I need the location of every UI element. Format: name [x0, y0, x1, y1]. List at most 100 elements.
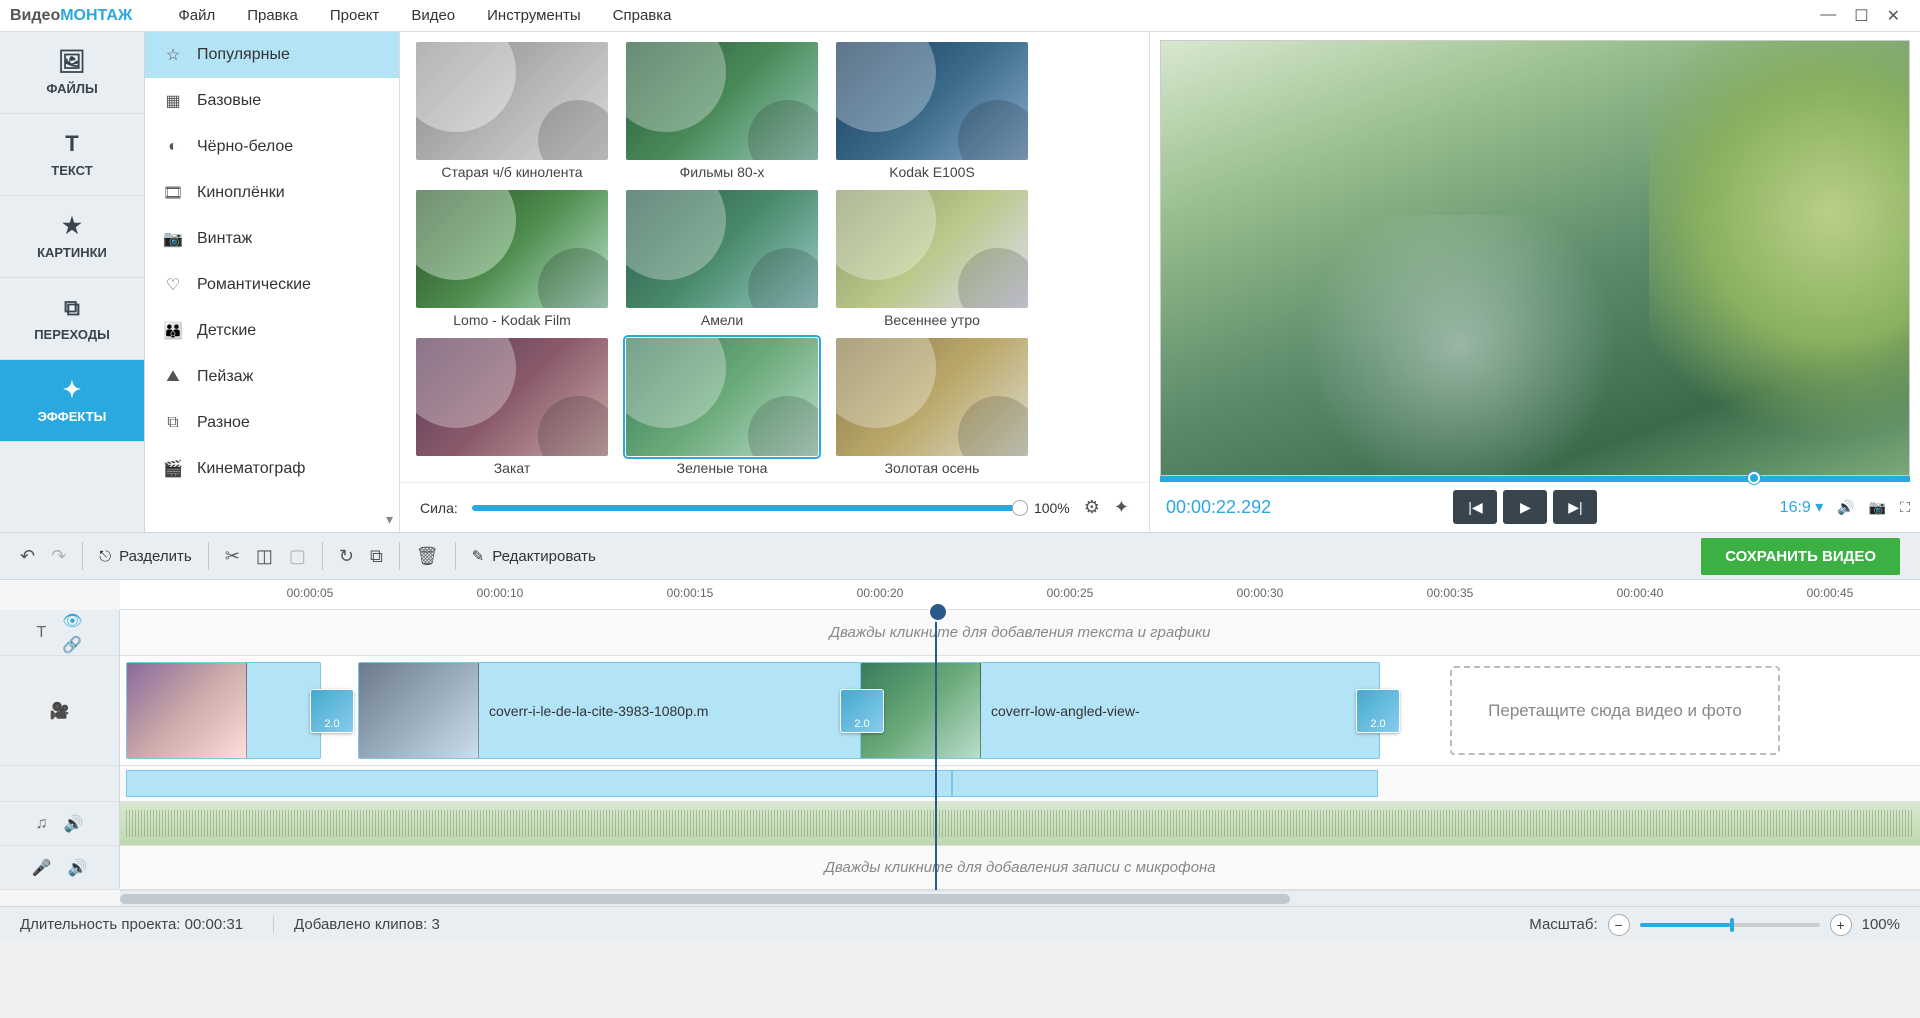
minimize-icon[interactable]: — [1820, 6, 1836, 26]
effect-item[interactable]: Kodak E100S [836, 42, 1028, 180]
duration-label: Длительность проекта: [20, 916, 180, 933]
zoom-in-button[interactable]: + [1830, 914, 1852, 936]
magic-wand-icon[interactable]: ✦ [1114, 497, 1129, 518]
split-button[interactable]: ⎋ Разделить [99, 548, 192, 565]
edit-button[interactable]: ✎ Редактировать [472, 547, 596, 565]
transition-marker[interactable]: 2.0 [310, 689, 354, 733]
preview-seekbar[interactable] [1160, 476, 1910, 482]
menu-правка[interactable]: Правка [231, 7, 314, 24]
effect-item[interactable]: Зеленые тона [626, 338, 818, 476]
video-track-icon[interactable]: 🎥 [50, 701, 70, 721]
snapshot-icon[interactable]: 📷 [1869, 499, 1886, 516]
music-track-icon[interactable]: ♫ [36, 815, 48, 833]
sidebar-tab-файлы[interactable]: 🖼ФАЙЛЫ [0, 32, 144, 114]
cut-icon[interactable]: ✂ [225, 546, 240, 567]
category-item[interactable]: ▦Базовые [145, 78, 399, 124]
category-item[interactable]: 🎬Кинематограф [145, 446, 399, 492]
category-item[interactable]: ⛰Пейзаж [145, 354, 399, 400]
playhead[interactable] [935, 610, 937, 890]
category-item[interactable]: 🎞Киноплёнки [145, 170, 399, 216]
fx-track-body[interactable] [120, 766, 1920, 801]
strength-value: 100% [1034, 500, 1070, 516]
timeline-tracks: T 👁 🔗 Дважды кликните для добавления тек… [0, 610, 1920, 890]
music-volume-icon[interactable]: 🔊 [64, 814, 84, 834]
delete-icon[interactable]: 🗑 [416, 546, 439, 567]
category-item[interactable]: ◐Чёрно-белое [145, 124, 399, 170]
transition-marker[interactable]: 2.0 [1356, 689, 1400, 733]
edit-icon: ✎ [472, 547, 485, 565]
category-label: Разное [197, 414, 250, 432]
effect-thumb [416, 42, 608, 160]
aspect-ratio-selector[interactable]: 16:9 ▾ [1780, 497, 1824, 517]
next-frame-button[interactable]: ▶| [1553, 490, 1597, 524]
tab-icon: ⧉ [64, 295, 80, 321]
effect-label: Kodak E100S [836, 164, 1028, 180]
transition-marker[interactable]: 2.0 [840, 689, 884, 733]
category-item[interactable]: ⧉ Разное [145, 400, 399, 446]
timeline-ruler[interactable]: 00:00:0500:00:1000:00:1500:00:2000:00:25… [120, 580, 1920, 610]
prev-frame-button[interactable]: |◀ [1453, 490, 1497, 524]
menu-файл[interactable]: Файл [162, 7, 231, 24]
strength-slider[interactable] [472, 505, 1020, 511]
video-clip[interactable]: coverr-i-le-de-la-cite-3983-1080p.m [358, 662, 913, 759]
category-item[interactable]: 📷Винтаж [145, 216, 399, 262]
crop-icon[interactable]: ◫ [256, 546, 273, 567]
effect-item[interactable]: Амели [626, 190, 818, 328]
audio-track-body[interactable] [120, 802, 1920, 845]
video-clip[interactable]: coverr-low-angled-view- [860, 662, 1380, 759]
effect-item[interactable]: Весеннее утро [836, 190, 1028, 328]
ruler-mark: 00:00:30 [1237, 586, 1284, 600]
rotate-icon[interactable]: ↻ [339, 546, 354, 567]
sidebar-tab-текст[interactable]: TТЕКСТ [0, 114, 144, 196]
category-item[interactable]: ☆Популярные [145, 32, 399, 78]
effect-label: Весеннее утро [836, 312, 1028, 328]
text-track-body[interactable]: Дважды кликните для добавления текста и … [120, 610, 1920, 655]
zoom-slider[interactable] [1640, 923, 1820, 927]
close-icon[interactable]: ✕ [1887, 6, 1900, 26]
menu-проект[interactable]: Проект [314, 7, 395, 24]
menu-инструменты[interactable]: Инструменты [471, 7, 597, 24]
play-button[interactable]: ▶ [1503, 490, 1547, 524]
visibility-icon[interactable]: 👁 [62, 611, 82, 631]
redo-icon[interactable]: ↷ [51, 546, 66, 567]
sidebar-tab-переходы[interactable]: ⧉ПЕРЕХОДЫ [0, 278, 144, 360]
duplicate-icon[interactable]: ⧉ [370, 546, 383, 567]
category-icon: ⧉ [163, 414, 183, 432]
link-icon[interactable]: 🔗 [62, 635, 82, 655]
timeline-toolbar: ↶ ↷ ⎋ Разделить ✂ ◫ ▢ ↻ ⧉ 🗑 ✎ Редактиров… [0, 532, 1920, 580]
maximize-icon[interactable]: ☐ [1854, 6, 1868, 26]
text-track-icon[interactable]: T [36, 624, 46, 642]
effect-item[interactable]: Фильмы 80-х [626, 42, 818, 180]
fx-strip[interactable] [952, 770, 1378, 797]
sidebar-tab-картинки[interactable]: ★КАРТИНКИ [0, 196, 144, 278]
category-item[interactable]: ♡Романтические [145, 262, 399, 308]
fullscreen-icon[interactable]: ⛶ [1900, 499, 1910, 516]
volume-icon[interactable]: 🔊 [1837, 499, 1854, 516]
undo-icon[interactable]: ↶ [20, 546, 35, 567]
category-label: Романтические [197, 276, 311, 294]
preview-video[interactable] [1160, 40, 1910, 476]
zoom-out-button[interactable]: − [1608, 914, 1630, 936]
video-clip[interactable] [126, 662, 321, 759]
category-item[interactable]: 👪Детские [145, 308, 399, 354]
sidebar-tab-эффекты[interactable]: ✦ЭФФЕКТЫ [0, 360, 144, 442]
mic-volume-icon[interactable]: 🔊 [68, 858, 88, 878]
stop-icon[interactable]: ▢ [289, 546, 306, 567]
mic-track-body[interactable]: Дважды кликните для добавления записи с … [120, 846, 1920, 889]
scroll-down-icon[interactable]: ▾ [386, 511, 393, 528]
clip-thumbnail [359, 663, 479, 758]
video-dropzone[interactable]: Перетащите сюда видео и фото [1450, 666, 1780, 755]
effect-item[interactable]: Старая ч/б кинолента [416, 42, 608, 180]
effect-item[interactable]: Золотая осень [836, 338, 1028, 476]
mic-track-icon[interactable]: 🎤 [32, 858, 52, 878]
menu-справка[interactable]: Справка [597, 7, 688, 24]
effect-item[interactable]: Закат [416, 338, 608, 476]
fx-strip[interactable] [126, 770, 952, 797]
menu-видео[interactable]: Видео [395, 7, 471, 24]
save-video-button[interactable]: СОХРАНИТЬ ВИДЕО [1701, 538, 1900, 575]
video-track-body[interactable]: Перетащите сюда видео и фото coverr-i-le… [120, 656, 1920, 765]
settings-icon[interactable]: ⚙ [1084, 497, 1100, 518]
category-icon: ⛰ [163, 368, 183, 386]
timeline-scrollbar[interactable] [120, 894, 1290, 904]
effect-item[interactable]: Lomo - Kodak Film [416, 190, 608, 328]
